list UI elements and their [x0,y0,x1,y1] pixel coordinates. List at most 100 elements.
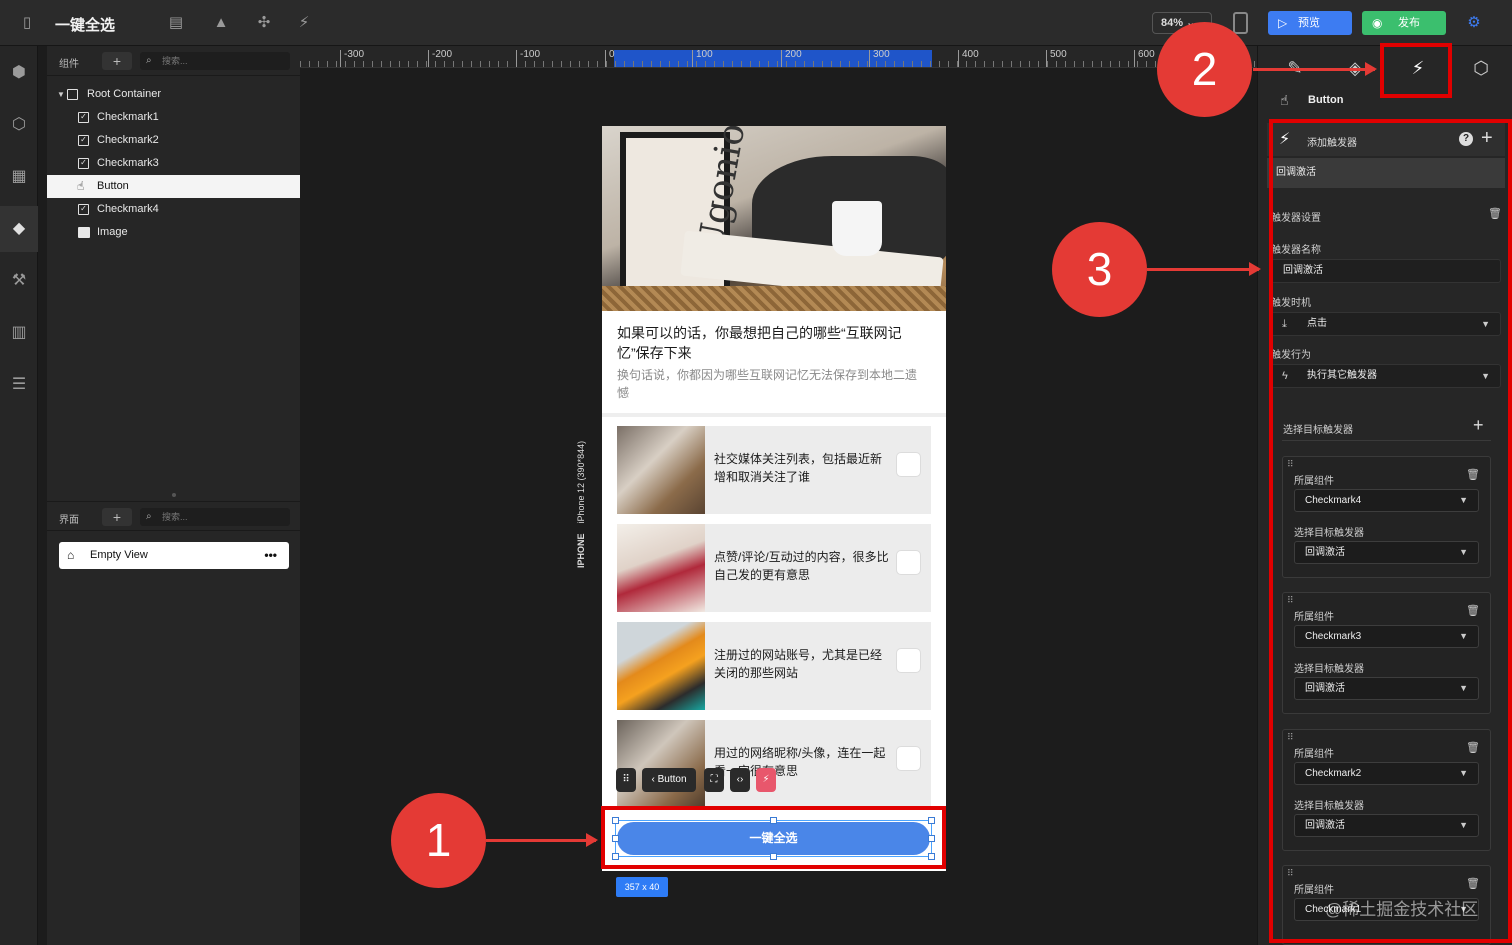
page-item-empty-view[interactable]: ⌂ Empty View ••• [59,542,289,569]
component-cube-icon[interactable]: ⬡ [1461,51,1501,85]
image-icon [78,227,90,238]
checkmark-checkbox[interactable] [896,648,921,673]
panel-resize-handle[interactable] [172,493,176,497]
owner-select[interactable]: Checkmark3 ▼ [1294,625,1479,648]
chevron-down-icon: ▼ [1481,371,1490,381]
settings-sliders-icon[interactable]: ⚙ [1464,13,1484,33]
owner-value: Checkmark3 [1305,631,1362,642]
tree-item-checkmark1[interactable]: ✓ Checkmark1 [47,106,300,129]
trigger-action-value: 执行其它触发器 [1307,370,1377,381]
tree-item-image[interactable]: Image [47,221,300,244]
annotation-arrow-1 [486,833,598,847]
delete-target-icon[interactable]: 🗑 [1466,468,1480,481]
list-item[interactable]: 注册过的网站账号，尤其是已经关闭的那些网站 [617,622,931,710]
delete-target-icon[interactable]: 🗑 [1466,877,1480,890]
add-trigger-button[interactable]: + [1481,127,1493,150]
drag-handle-icon[interactable]: ⠿ [616,768,636,792]
hand-pointer-icon: ☝ [1280,92,1289,108]
tree-root-label: Root Container [87,88,161,100]
checkmark-checkbox[interactable] [896,746,921,771]
trigger-action-select[interactable]: ϟ 执行其它触发器 ▼ [1271,364,1501,388]
size-badge: 357 x 40 [616,877,668,897]
trigger-name-value: 回调激活 [1283,265,1323,276]
delete-target-icon[interactable]: 🗑 [1466,604,1480,617]
target-trigger-select[interactable]: 回调激活 ▼ [1294,541,1479,564]
code-icon[interactable]: ‹› [730,768,750,792]
trigger-bolt-icon[interactable]: ⚡ [756,768,776,792]
owner-label: 所属组件 [1294,749,1334,760]
list-icon[interactable]: ☰ [0,362,38,408]
ruler-tick: 500 [1046,50,1067,67]
hammer-icon[interactable]: ⚒ [0,258,38,304]
pages-search-input[interactable]: ⌕ 搜索... [140,508,290,526]
more-icon[interactable]: ••• [264,542,277,569]
target-trigger-select[interactable]: 回调激活 ▼ [1294,814,1479,837]
tree-item-label: Image [97,226,128,238]
add-trigger-label: 添加触发器 [1307,138,1357,149]
device-icon[interactable] [1233,12,1248,34]
tab-callback-activate[interactable]: 回调激活 [1267,158,1505,188]
document-icon[interactable]: ▤ [166,13,186,33]
target-trigger-label: 选择目标触发器 [1294,801,1364,812]
preview-button[interactable]: ▷ 预览 [1268,11,1352,35]
article-headline: 如果可以的话，你最想把自己的哪些“互联网记忆”保存下来 [617,325,902,361]
ruler-tick: -200 [428,50,452,67]
drive-icon[interactable]: ▲ [211,13,231,33]
template-icon[interactable]: ▥ [0,310,38,356]
hero-image: Ugonio [602,126,946,311]
divider [1282,440,1491,441]
drag-handle-icon[interactable]: ⠿ [1287,868,1294,879]
sidebar-toggle-icon[interactable]: ▯ [17,13,37,33]
list-item-thumbnail [617,426,705,514]
owner-select[interactable]: Checkmark4 ▼ [1294,489,1479,512]
tree-root[interactable]: ▼ ✓ Root Container [47,83,300,106]
fullscreen-icon[interactable]: ⛶ [704,768,724,792]
tree-item-label: Checkmark4 [97,203,159,215]
chevron-down-icon: ▼ [1459,683,1468,693]
checkmark-checkbox[interactable] [896,452,921,477]
drag-handle-icon[interactable]: ⠿ [1287,732,1294,743]
help-icon[interactable]: ? [1459,132,1473,146]
caret-down-icon[interactable]: ▼ [57,83,65,106]
trigger-name-label: 触发器名称 [1271,245,1321,256]
target-trigger-select[interactable]: 回调激活 ▼ [1294,677,1479,700]
trigger-time-label: 触发时机 [1271,298,1311,309]
layout-icon[interactable]: ▦ [0,154,38,200]
list-item[interactable]: 点赞/评论/互动过的内容，很多比自己发的更有意思 [617,524,931,612]
checkbox-icon: ✓ [78,204,89,215]
select-parent-button[interactable]: ‹ Button [642,768,696,792]
add-page-button[interactable]: + [102,508,132,526]
tap-icon: ⤓ [1282,318,1287,330]
list-item-thumbnail [617,720,705,808]
components-icon[interactable]: ⬢ [0,50,38,96]
select-target-label: 选择目标触发器 [1283,425,1353,436]
layers-icon[interactable]: ◆ [0,206,38,252]
chevron-down-icon: ▼ [1481,319,1490,329]
ruler-tick: 100 [692,50,713,67]
delete-target-icon[interactable]: 🗑 [1466,741,1480,754]
delete-trigger-icon[interactable]: 🗑 [1488,207,1502,220]
drag-handle-icon[interactable]: ⠿ [1287,595,1294,606]
trigger-name-input[interactable]: 回调激活 [1271,259,1501,283]
tree-item-button[interactable]: ☝ Button [47,175,300,198]
tree-item-checkmark2[interactable]: ✓ Checkmark2 [47,129,300,152]
publish-button[interactable]: ◉ 发布 [1362,11,1446,35]
tree-item-checkmark3[interactable]: ✓ Checkmark3 [47,152,300,175]
list-item[interactable]: 用过的网络昵称/头像，连在一起看一定很有意思 [617,720,931,808]
add-component-button[interactable]: + [102,52,132,70]
play-icon: ▷ [1278,16,1288,30]
drag-handle-icon[interactable]: ⠿ [1287,459,1294,470]
owner-select[interactable]: Checkmark2 ▼ [1294,762,1479,785]
trigger-time-select[interactable]: ⤓ 点击 ▼ [1271,312,1501,336]
add-target-button[interactable]: + [1473,415,1484,436]
components-header: 组件 + ⌕ 搜索... [47,46,300,76]
actions-icon[interactable]: ⚡ [294,13,314,33]
components-search-input[interactable]: ⌕ 搜索... [140,52,290,70]
tree-item-checkmark4[interactable]: ✓ Checkmark4 [47,198,300,221]
plugins-icon[interactable]: ✣ [254,13,274,33]
list-item[interactable]: 社交媒体关注列表，包括最近新增和取消关注了谁 [617,426,931,514]
trigger-time-value: 点击 [1307,318,1327,329]
blocks-icon[interactable]: ⬡ [0,102,38,148]
checkmark-checkbox[interactable] [896,550,921,575]
ruler-tick: 600 [1134,50,1155,67]
